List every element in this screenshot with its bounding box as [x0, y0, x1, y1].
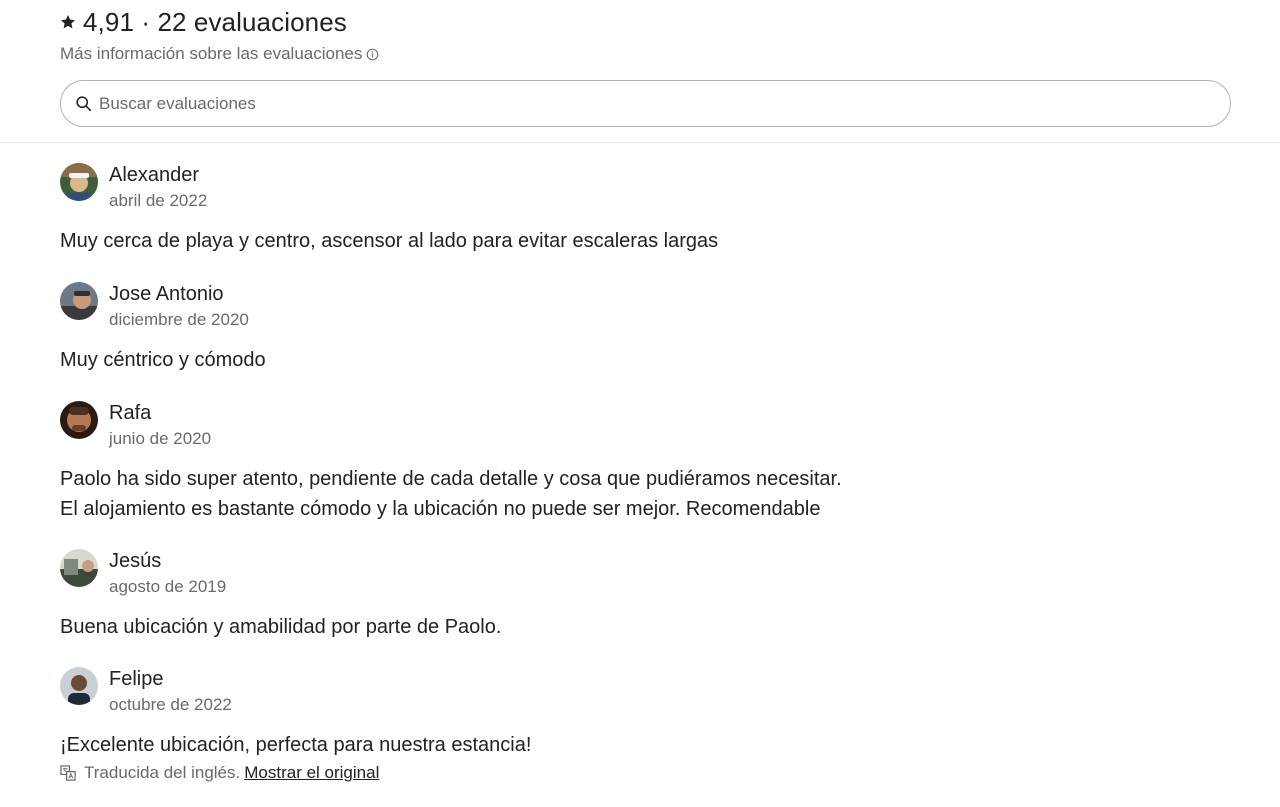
- review-date: octubre de 2022: [109, 695, 232, 714]
- avatar[interactable]: [60, 282, 98, 320]
- review-item: Jose Antonio diciembre de 2020 Muy céntr…: [60, 282, 1220, 382]
- review-item: Rafa junio de 2020 Paolo ha sido super a…: [60, 401, 1220, 531]
- review-date: junio de 2020: [109, 429, 212, 448]
- reviewer-name: Felipe: [109, 668, 164, 690]
- rating-summary: 4,91 · 22 evaluaciones: [60, 4, 347, 40]
- avatar[interactable]: [60, 667, 98, 705]
- reviewer-name: Alexander: [109, 164, 200, 186]
- translation-note: Traducida del inglés. Mostrar el origina…: [60, 763, 379, 783]
- avatar[interactable]: [60, 163, 98, 201]
- review-item: Jesús agosto de 2019 Buena ubicación y a…: [60, 549, 1220, 649]
- review-date: agosto de 2019: [109, 577, 227, 596]
- rating-value: 4,91: [83, 6, 135, 37]
- more-info-label: Más información sobre las evaluaciones: [60, 44, 363, 63]
- review-item: Felipe octubre de 2022 ¡Excelente ubicac…: [60, 667, 1220, 797]
- translate-icon: [60, 764, 77, 782]
- reviewer-name: Jesús: [109, 550, 162, 572]
- review-text: ¡Excelente ubicación, perfecta para nues…: [60, 734, 532, 756]
- review-text: Muy cerca de playa y centro, ascensor al…: [60, 230, 719, 252]
- search-icon: [75, 95, 92, 112]
- reviewer-name: Rafa: [109, 402, 152, 424]
- rating-text: 4,91 · 22 evaluaciones: [83, 7, 347, 38]
- review-count: 22 evaluaciones: [157, 6, 347, 37]
- translation-label: Traducida del inglés.: [84, 763, 241, 782]
- review-date: abril de 2022: [109, 191, 208, 210]
- search-box[interactable]: [60, 80, 1231, 127]
- review-text: Buena ubicación y amabilidad por parte d…: [60, 616, 502, 638]
- star-icon: [60, 14, 76, 30]
- show-original-link[interactable]: Mostrar el original: [244, 763, 379, 783]
- reviewer-name: Jose Antonio: [109, 283, 224, 305]
- more-info-link[interactable]: Más información sobre las evaluaciones: [60, 44, 379, 64]
- rating-separator: ·: [141, 6, 151, 37]
- search-input[interactable]: [99, 93, 1199, 114]
- review-item: Alexander abril de 2022 Muy cerca de pla…: [60, 163, 1220, 263]
- review-date: diciembre de 2020: [109, 310, 249, 329]
- reviews-header: 4,91 · 22 evaluaciones Más información s…: [0, 0, 1280, 143]
- review-text: Muy céntrico y cómodo: [60, 349, 266, 371]
- avatar[interactable]: [60, 401, 98, 439]
- info-icon[interactable]: [366, 48, 379, 61]
- avatar[interactable]: [60, 549, 98, 587]
- review-text: Paolo ha sido super atento, pendiente de…: [60, 468, 842, 520]
